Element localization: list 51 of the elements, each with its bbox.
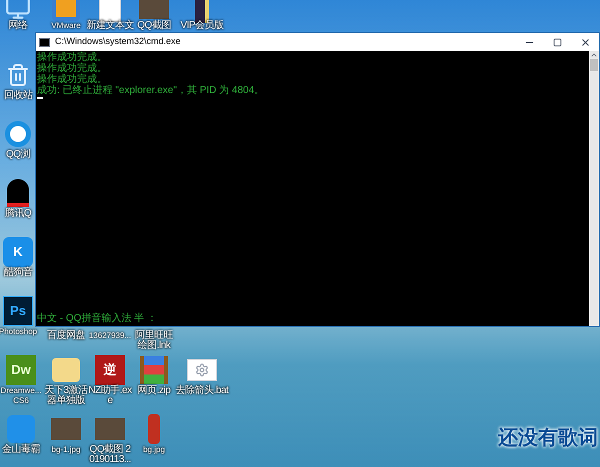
desktop-icon-label[interactable]: 酷狗音 <box>4 268 32 278</box>
scrollbar-thumb[interactable] <box>590 59 598 71</box>
penguin-icon <box>7 179 29 207</box>
desktop-icon-label[interactable]: Dreamwe... CS6 <box>0 386 42 406</box>
archive-icon <box>140 356 168 384</box>
desktop-icon-label[interactable]: 去除箭头.bat <box>173 386 231 396</box>
window-title: C:\Windows\system32\cmd.exe <box>55 35 181 48</box>
desktop-icon-label[interactable]: 阿里旺旺绘图.lnk <box>132 331 176 351</box>
console-line: 操作成功完成。 <box>37 74 108 85</box>
app-icon <box>52 0 80 21</box>
monitor-icon <box>5 0 31 21</box>
scrollbar[interactable] <box>589 51 599 326</box>
app-icon: K <box>3 237 33 267</box>
desktop-icon-label[interactable]: 腾讯Q <box>4 209 32 219</box>
photo-placeholder <box>51 418 81 440</box>
desktop-icon-label[interactable]: QQ浏 <box>6 150 30 160</box>
photo-placeholder <box>95 418 125 440</box>
text-cursor <box>37 97 43 99</box>
app-icon: Ps <box>3 296 33 326</box>
bottle-icon <box>148 414 160 444</box>
close-icon <box>580 36 590 48</box>
desktop-icon-label[interactable]: 百度网盘 <box>44 331 88 341</box>
folder-icon <box>52 358 80 382</box>
console-icon <box>39 38 50 46</box>
desktop-icon-label[interactable]: 13627939... <box>88 331 132 341</box>
desktop-icon-label[interactable]: NZ助手.exe <box>88 386 132 406</box>
desktop-icon-label[interactable]: 网络 <box>8 21 28 31</box>
desktop-icon-label[interactable]: 天下3激活器单独版 <box>44 386 88 406</box>
photo-placeholder <box>139 0 169 19</box>
app-icon: Dw <box>6 355 36 385</box>
app-icon: 逆 <box>95 355 125 385</box>
desktop-icon-label[interactable]: QQ截图 <box>137 21 171 31</box>
console-line: 操作成功完成。 <box>37 52 108 63</box>
settings-icon <box>187 359 217 381</box>
app-icon <box>7 415 35 443</box>
scroll-up-icon[interactable] <box>590 51 598 59</box>
console-line: 成功: 已终止进程 "explorer.exe"，其 PID 为 4804。 <box>37 85 266 96</box>
console-line: 操作成功完成。 <box>37 63 108 74</box>
lyrics-text: 还没有歌词 <box>498 426 598 451</box>
desktop-icon-label[interactable]: QQ截图 20190113... <box>88 445 132 465</box>
ime-status-text: 中文 - QQ拼音输入法 半 ： <box>37 313 158 325</box>
recycle-bin-icon <box>6 62 30 88</box>
desktop-icon-label[interactable]: 金山毒霸 <box>0 445 42 455</box>
desktop-icon-label[interactable]: bg-1.jpg <box>44 445 88 455</box>
desktop-icon-label[interactable]: bg.jpg <box>132 445 176 455</box>
desktop-icon-label[interactable]: 网页.zip <box>132 386 176 396</box>
maximize-icon <box>552 38 562 46</box>
desktop-icon-label[interactable]: 新建文本文 <box>86 21 134 31</box>
desktop-icon-label[interactable]: VIP会员版 <box>180 21 224 31</box>
desktop-icon-label[interactable]: VMware <box>51 21 81 31</box>
desktop-icon-label[interactable]: 回收站 <box>4 91 32 101</box>
